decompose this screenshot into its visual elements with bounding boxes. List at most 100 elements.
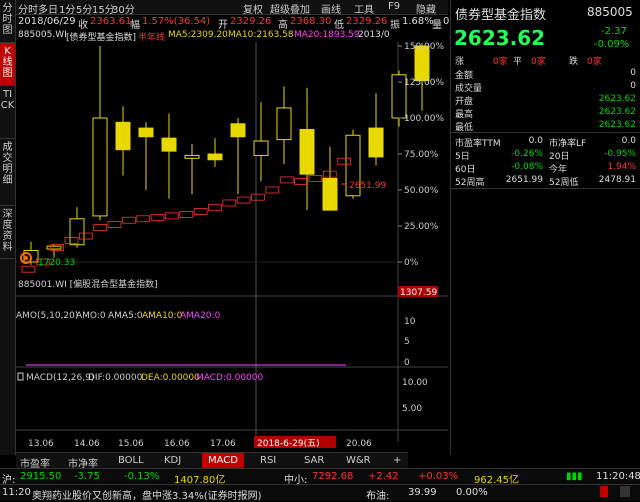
top-menu-item-3[interactable]: 5分 [76, 1, 92, 16]
metric-value: 2623.62 [598, 94, 636, 104]
ma-date: 2013/0 [358, 30, 390, 40]
top-menu-item-10[interactable]: F9 [388, 1, 400, 12]
breadth-value: 0家 [587, 57, 602, 67]
top-menu-item-8[interactable]: 画线 [321, 1, 341, 16]
alert-icon[interactable] [600, 486, 608, 497]
top-menu-item-6[interactable]: 复权 [243, 1, 263, 16]
quote-change: -2.37 [601, 26, 627, 37]
price-axis-label: 25.00% [404, 222, 439, 232]
candle-body[interactable] [115, 121, 131, 151]
breadth-row: 涨 0家平 0家跌 0家 [451, 54, 640, 67]
macd-title: MACD(12,26,9) [26, 373, 94, 383]
indicator-tabs: 市盈率 市净率 BOLL KDJ MACD RSI SAR W&R + [16, 452, 408, 470]
metric-label: 成交量 [455, 84, 483, 94]
side-nav-item-3[interactable]: 成交明细 [0, 139, 15, 206]
candle-body[interactable] [69, 218, 85, 246]
top-menu-item-11[interactable]: 隐藏 [416, 1, 436, 16]
ma-info-bar: 885005.WI [债券型基金指数] 半年线 MA5:2309.20 MA10… [16, 30, 448, 43]
top-menu-item-1[interactable]: 多日 [38, 1, 58, 16]
indicator-tab-6[interactable]: SAR [304, 455, 324, 466]
breadth-label: 跌 [569, 57, 579, 67]
ratio-value: 2651.99 [505, 175, 543, 185]
indicator-tab-5[interactable]: RSI [260, 455, 276, 466]
top-menu-item-2[interactable]: 1分 [59, 1, 75, 16]
candle-body[interactable] [207, 153, 223, 161]
index2-value: 7292.68 [312, 471, 354, 482]
indicator-tab-3[interactable]: KDJ [164, 455, 181, 466]
metric-label: 最高 [455, 110, 474, 120]
metric-row: 最高 2623.62 [451, 107, 640, 120]
date-axis-label: 16.06 [164, 439, 190, 449]
metric-row: 开盘 2623.62 [451, 94, 640, 107]
candle-body[interactable] [230, 123, 246, 138]
date-axis-label: 17.06 [210, 439, 236, 449]
candle-body[interactable] [46, 245, 62, 250]
candle-body[interactable] [368, 127, 384, 158]
indicator-tab-7[interactable]: W&R [346, 455, 371, 466]
kline-chart[interactable]: 150.00% 125.00% 100.00% 75.00% 50.00% 25.00% 0… [16, 42, 448, 452]
pct-value: 1.57%(36.54) [142, 16, 211, 27]
ma10-value: MA10:2163.58 [228, 30, 294, 40]
candle-body[interactable] [276, 107, 292, 141]
menu-icon[interactable] [620, 486, 630, 497]
macd-value: MACD:0.00000 [196, 373, 264, 383]
ratio-label: 市净率LF [549, 139, 587, 149]
overlay-peak-value: 2651.99 [349, 181, 386, 191]
top-menu-item-9[interactable]: 工具 [354, 1, 374, 16]
ma-code: 885005.WI [18, 30, 67, 40]
amo-axis-label: 0 [404, 358, 410, 368]
breadth-label: 涨 [455, 57, 465, 67]
side-nav-item-0[interactable]: 分时图 [0, 0, 15, 43]
candle-body[interactable] [322, 177, 338, 211]
ma20-value: MA20:1893.59 [294, 30, 360, 40]
indicator-tab-8[interactable]: + [393, 455, 401, 466]
candle-body[interactable] [184, 154, 200, 159]
top-menu-item-7[interactable]: 超级叠加 [270, 1, 310, 16]
metric-row: 成交量 0 [451, 81, 640, 94]
price-info-bar: 2018/06/29 收 2363.61 幅 1.57%(36.54) 开 23… [16, 15, 450, 31]
vol-value: 0 [443, 16, 450, 27]
indicator-tab-4[interactable]: MACD [202, 453, 244, 469]
index1-change: -3.75 [74, 471, 100, 482]
quote-panel: 债券型基金指数 885005 2623.62 -2.37 -0.09% 涨 0家平… [450, 0, 640, 455]
side-nav-item-4[interactable]: 深度资料 [0, 206, 15, 259]
status-bar: 沪: 2915.50 -3.75 -0.13% 1407.80亿 中小: 729… [0, 468, 640, 486]
news-ticker[interactable]: 11:20 奥翔药业股价又创新高，盘中涨3.34%(证券时报网) 布油: 39.… [0, 484, 640, 502]
ratio-label: 52周低 [549, 178, 579, 188]
candle-body[interactable] [92, 117, 108, 217]
quote-divider-2 [451, 188, 640, 189]
metric-value: 0 [630, 81, 636, 91]
side-nav-item-2[interactable]: TICK [0, 86, 15, 139]
breadth-value: 0家 [493, 57, 508, 67]
quote-title: 债券型基金指数 [455, 8, 547, 23]
candle-body[interactable] [299, 129, 315, 175]
amp-label: 振 [390, 20, 400, 31]
price-axis-label: 125.00% [404, 78, 444, 88]
breadth-label: 平 [513, 57, 523, 67]
ticker-time: 11:20 [2, 487, 31, 498]
high-value: 2368.30 [290, 16, 332, 27]
top-menu-item-0[interactable]: 分时 [18, 1, 38, 16]
date-axis-label: 2018-6-29(五) [257, 439, 320, 449]
side-nav-item-1[interactable]: K线图 [0, 43, 15, 86]
metric-label: 开盘 [455, 97, 474, 107]
amo-title: AMO(5,10,20) [16, 311, 78, 321]
price-axis-label: 150.00% [404, 42, 444, 52]
amo10-value: AMA10:0 [142, 311, 183, 321]
close-label: 收 [78, 20, 88, 31]
ratio-label: 20日 [549, 152, 570, 162]
open-label: 开 [218, 20, 228, 31]
low-value: 2329.26 [346, 16, 388, 27]
quote-change-pct: -0.09% [594, 39, 630, 50]
top-menu-item-5[interactable]: 30分 [112, 1, 135, 16]
metric-row: 金额 0 [451, 68, 640, 81]
vol-label: 量 [432, 20, 442, 31]
macd-axis-label: 5.00 [402, 404, 422, 414]
indicator-tab-2[interactable]: BOLL [118, 455, 144, 466]
ratio-value: -0.08% [511, 162, 543, 172]
candle-body[interactable] [161, 137, 177, 152]
ticker-right-value: 39.99 [408, 487, 437, 498]
candle-body[interactable] [138, 127, 154, 138]
close-value: 2363.61 [90, 16, 132, 27]
candle-body[interactable] [253, 140, 269, 156]
